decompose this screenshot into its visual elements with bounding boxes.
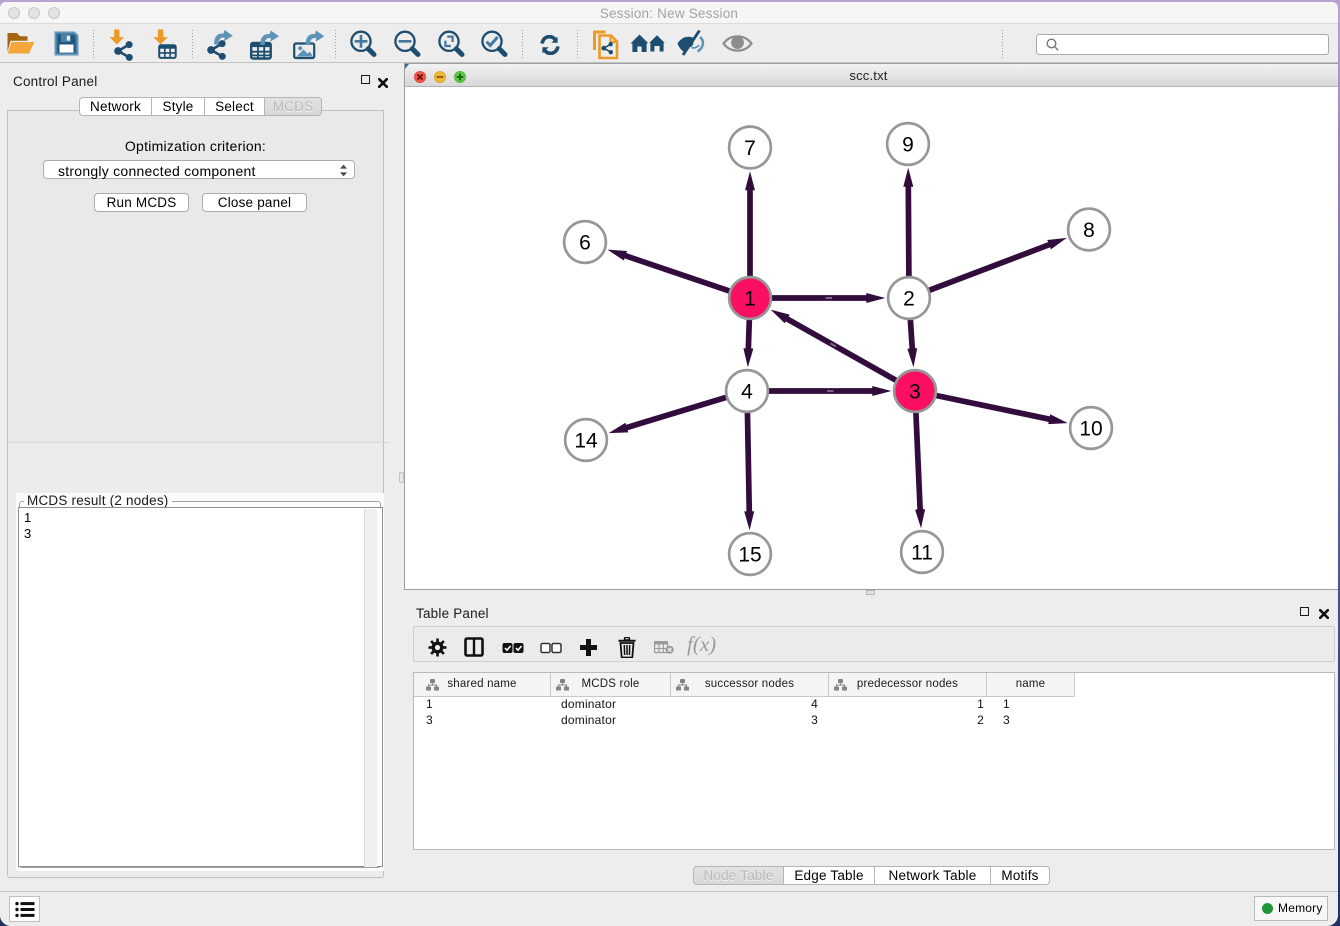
svg-text:10: 10 bbox=[1079, 417, 1102, 440]
svg-text:7: 7 bbox=[744, 137, 756, 160]
svg-text:11: 11 bbox=[911, 541, 933, 564]
svg-text:14: 14 bbox=[574, 429, 598, 452]
svg-text:8: 8 bbox=[1083, 219, 1095, 242]
svg-text:6: 6 bbox=[579, 231, 591, 254]
svg-text:15: 15 bbox=[738, 543, 761, 566]
svg-text:2: 2 bbox=[903, 287, 915, 310]
svg-text:4: 4 bbox=[741, 380, 753, 403]
svg-text:9: 9 bbox=[902, 133, 914, 156]
svg-text:1: 1 bbox=[744, 287, 756, 310]
svg-text:3: 3 bbox=[909, 380, 921, 403]
